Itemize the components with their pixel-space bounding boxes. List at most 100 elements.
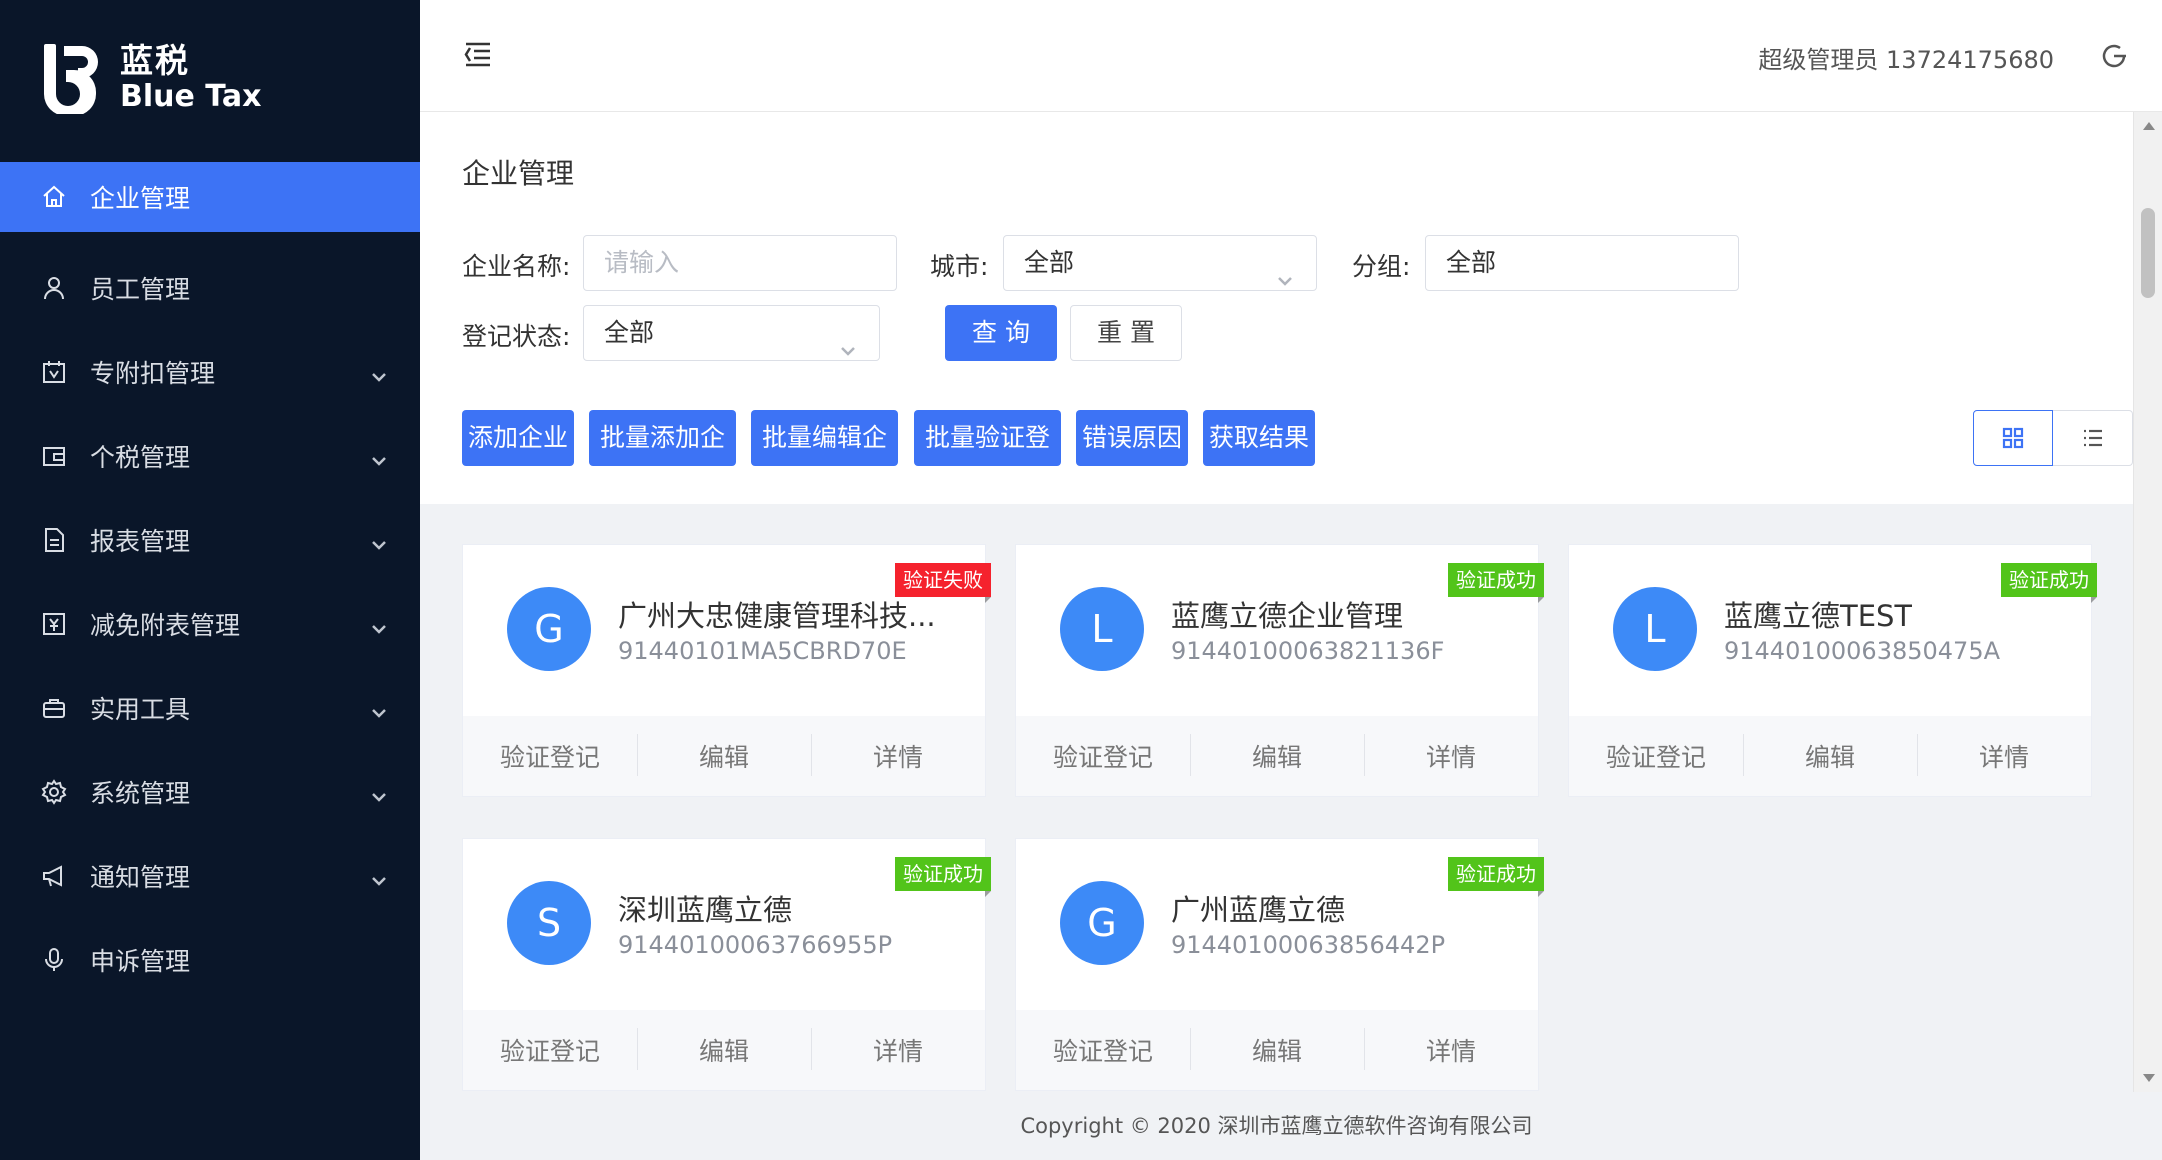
status-label: 登记状态: [462, 322, 571, 351]
scroll-up-arrow-icon[interactable] [2143, 122, 2155, 130]
sidebar-item-label: 实用工具 [90, 695, 191, 724]
status-badge: 验证成功 [1448, 563, 1544, 603]
sidebar-item-8[interactable]: 系统管理 [0, 750, 420, 834]
company-card: G 广州蓝鹰立德 91440100063856442P 验证成功 验证登记 编辑 详情 [1015, 838, 1544, 1091]
verify-register-button[interactable]: 验证登记 [463, 738, 637, 774]
current-user[interactable]: 超级管理员 13724175680 [1758, 40, 2054, 75]
chevron-down-icon [370, 531, 388, 550]
company-tax-code: 91440101MA5CBRD70E [618, 637, 907, 665]
microphone-icon [40, 946, 68, 974]
status-badge: 验证失败 [895, 563, 991, 603]
edit-button[interactable]: 编辑 [1190, 734, 1364, 776]
vertical-scrollbar[interactable] [2133, 112, 2162, 1092]
toolbox-icon [40, 694, 68, 722]
sidebar-item-label: 通知管理 [90, 863, 191, 892]
sidebar-item-4[interactable]: 个税管理 [0, 414, 420, 498]
details-button[interactable]: 详情 [1364, 1028, 1538, 1070]
sidebar-item-label: 个税管理 [90, 443, 191, 472]
company-name: 蓝鹰立德企业管理 [1171, 599, 1404, 633]
verify-register-button[interactable]: 验证登记 [463, 1032, 637, 1068]
edit-button[interactable]: 编辑 [637, 734, 811, 776]
page-title: 企业管理 [462, 157, 575, 190]
brand-name-en: Blue Tax [120, 78, 262, 114]
scrollbar-thumb[interactable] [2141, 208, 2155, 298]
sidebar-item-2[interactable]: 员工管理 [0, 246, 420, 330]
brand-name-cn: 蓝税 [120, 40, 190, 80]
toolbar-button-4[interactable]: 批量验证登记 [914, 410, 1061, 508]
details-button[interactable]: 详情 [811, 734, 985, 776]
card-actions: 验证登记 编辑 详情 [1016, 716, 1538, 796]
edit-button[interactable]: 编辑 [1743, 734, 1917, 776]
list-icon [2083, 429, 2102, 447]
company-avatar: L [1613, 587, 1697, 671]
company-avatar: G [1060, 881, 1144, 965]
status-select-value: 全部 [604, 318, 655, 347]
sidebar-item-label: 报表管理 [90, 527, 191, 556]
toolbar-button-1[interactable]: 添加企业 [462, 410, 574, 466]
chevron-down-icon [839, 325, 857, 356]
sidebar-item-label: 申诉管理 [90, 947, 191, 976]
status-badge: 验证成功 [895, 857, 991, 897]
details-button[interactable]: 详情 [811, 1028, 985, 1070]
sidebar-item-5[interactable]: 报表管理 [0, 498, 420, 582]
card-actions: 验证登记 编辑 详情 [1569, 716, 2091, 796]
grid-view-button[interactable] [1973, 410, 2053, 466]
yen-icon [40, 610, 68, 638]
toolbar-button-6[interactable]: 获取结果 [1203, 410, 1315, 466]
blue-tax-logo-icon [40, 42, 108, 116]
chevron-down-icon [370, 447, 388, 466]
details-button[interactable]: 详情 [1917, 734, 2091, 776]
details-button[interactable]: 详情 [1364, 734, 1538, 776]
company-tax-code: 91440100063821136F [1171, 637, 1445, 665]
reset-button[interactable]: 重 置 [1070, 305, 1182, 361]
city-select-value: 全部 [1024, 248, 1075, 277]
sidebar: 蓝税 Blue Tax 企业管理员工管理专附扣管理个税管理报表管理减免附表管理实… [0, 0, 420, 1160]
status-badge: 验证成功 [1448, 857, 1544, 897]
logout-icon[interactable] [2100, 42, 2128, 70]
footer-copyright: Copyright © 2020 深圳市蓝鹰立德软件咨询有限公司 [420, 1092, 2133, 1160]
chevron-down-icon [370, 363, 388, 382]
toolbar-button-2[interactable]: 批量添加企业 [589, 410, 736, 508]
edit-button[interactable]: 编辑 [637, 1028, 811, 1070]
wallet-icon [40, 442, 68, 470]
group-input[interactable]: 全部 [1425, 235, 1739, 291]
sidebar-item-1[interactable]: 企业管理 [0, 162, 420, 232]
calendar-icon [40, 358, 68, 386]
sidebar-item-9[interactable]: 通知管理 [0, 834, 420, 918]
toolbar-button-3[interactable]: 批量编辑企业 [751, 410, 898, 508]
chevron-down-icon [1276, 255, 1294, 286]
megaphone-icon [40, 862, 68, 890]
company-name-label: 企业名称: [462, 252, 571, 281]
company-tax-code: 91440100063856442P [1171, 931, 1446, 959]
sidebar-item-label: 员工管理 [90, 275, 191, 304]
sidebar-item-label: 专附扣管理 [90, 359, 216, 388]
sidebar-item-6[interactable]: 减免附表管理 [0, 582, 420, 666]
sidebar-item-label: 系统管理 [90, 779, 191, 808]
company-name: 广州大忠健康管理科技... [618, 599, 936, 633]
list-view-button[interactable] [2053, 410, 2133, 466]
sidebar-item-3[interactable]: 专附扣管理 [0, 330, 420, 414]
gear-icon [40, 778, 68, 806]
company-name-input[interactable]: 请输入 [583, 235, 897, 291]
user-icon [40, 274, 68, 302]
company-card: L 蓝鹰立德TEST 91440100063850475A 验证成功 验证登记 编辑 详情 [1568, 544, 2097, 797]
sidebar-item-label: 减免附表管理 [90, 611, 241, 640]
home-icon [40, 183, 68, 211]
city-select[interactable]: 全部 [1003, 235, 1317, 291]
sidebar-item-7[interactable]: 实用工具 [0, 666, 420, 750]
verify-register-button[interactable]: 验证登记 [1016, 738, 1190, 774]
scroll-down-arrow-icon[interactable] [2143, 1074, 2155, 1082]
toolbar-button-5[interactable]: 错误原因 [1076, 410, 1188, 466]
edit-button[interactable]: 编辑 [1190, 1028, 1364, 1070]
chevron-down-icon [370, 699, 388, 718]
query-button[interactable]: 查 询 [945, 305, 1057, 361]
company-card: G 广州大忠健康管理科技... 91440101MA5CBRD70E 验证失败 验证登记… [462, 544, 991, 797]
company-tax-code: 91440100063850475A [1724, 637, 2000, 665]
top-header: 超级管理员 13724175680 [420, 0, 2162, 112]
sidebar-item-10[interactable]: 申诉管理 [0, 918, 420, 1002]
menu-collapse-icon[interactable] [462, 38, 494, 70]
status-select[interactable]: 全部 [583, 305, 880, 361]
verify-register-button[interactable]: 验证登记 [1016, 1032, 1190, 1068]
logo: 蓝税 Blue Tax [40, 40, 262, 116]
verify-register-button[interactable]: 验证登记 [1569, 738, 1743, 774]
